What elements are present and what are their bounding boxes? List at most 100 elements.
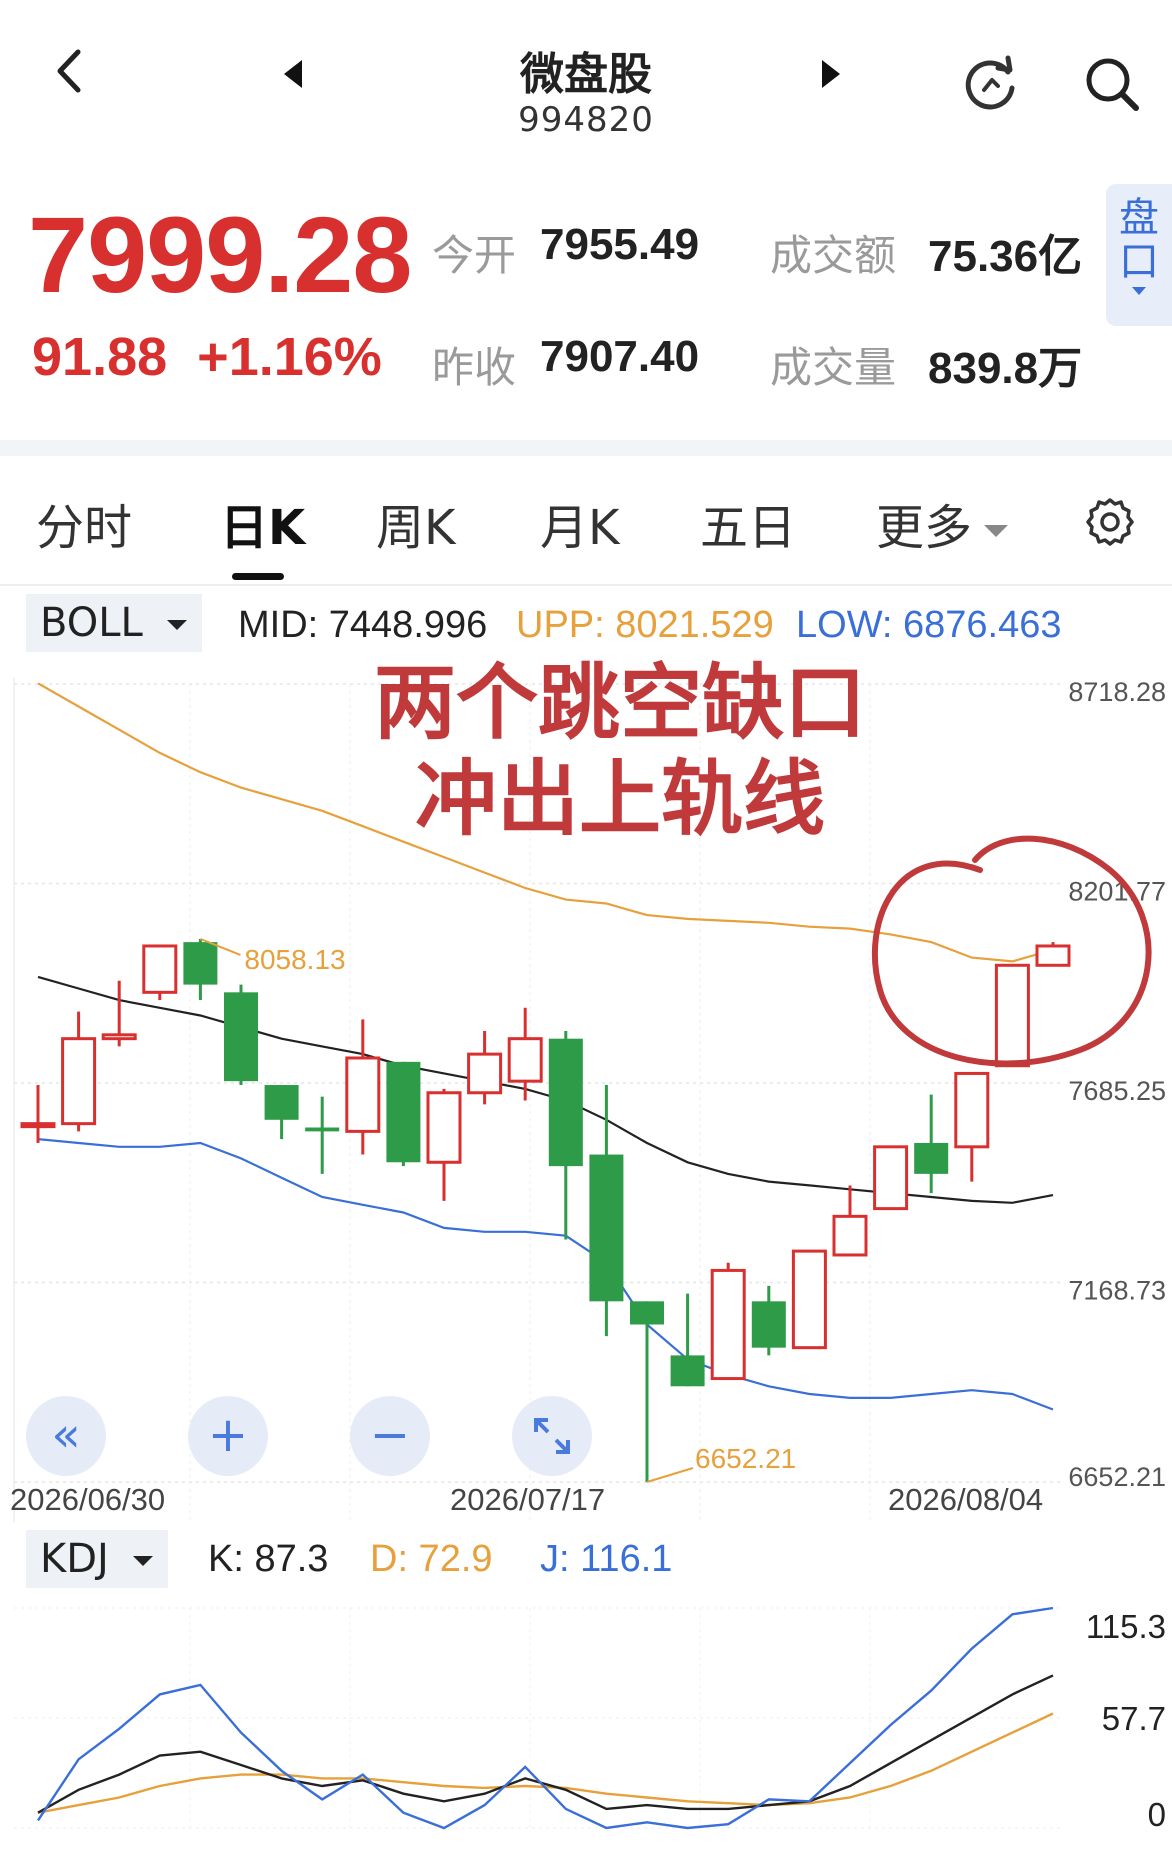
open-label: 今开 bbox=[432, 231, 517, 280]
volume-label: 成交量 bbox=[770, 343, 897, 392]
candle-body-up bbox=[873, 1145, 909, 1211]
tabs-divider bbox=[0, 584, 1172, 586]
kdj-axis-label: 115.3 bbox=[1086, 1608, 1166, 1645]
indicator-select-kdj[interactable]: KDJ bbox=[26, 1530, 168, 1588]
candle-body-up bbox=[20, 1122, 56, 1129]
y-tick-label: 8718.28 bbox=[1068, 677, 1166, 707]
high-marker-label: 8058.13 bbox=[244, 944, 345, 975]
open-value: 7955.49 bbox=[540, 220, 700, 269]
double-chevron-left-icon: « bbox=[51, 1407, 81, 1463]
kdj-axis-label: 57.7 bbox=[1102, 1700, 1166, 1737]
plus-icon: + bbox=[207, 1407, 249, 1463]
date-label-start: 2026/06/30 bbox=[10, 1482, 166, 1517]
candle-body-up bbox=[954, 1071, 990, 1149]
boll-low: LOW: 6876.463 bbox=[796, 604, 1062, 647]
candle-body-up bbox=[507, 1037, 543, 1083]
candle-body-down bbox=[751, 1301, 786, 1348]
search-button[interactable] bbox=[1082, 54, 1142, 118]
tab-more[interactable]: 更多 bbox=[876, 488, 1009, 558]
candle-body-down bbox=[630, 1301, 664, 1325]
gear-icon bbox=[1086, 498, 1134, 546]
candle-body-up bbox=[832, 1214, 868, 1257]
tab-intraday[interactable]: 分时 bbox=[36, 488, 132, 558]
boll-low-value: 6876.463 bbox=[903, 604, 1062, 646]
kdj-chart[interactable]: 115.3 57.7 0 bbox=[0, 1592, 1172, 1852]
annotation-line-1: 两个跳空缺口 bbox=[373, 656, 866, 751]
boll-low-label: LOW: bbox=[796, 604, 893, 646]
caret-down-icon bbox=[166, 620, 187, 630]
date-label-mid: 2026/07/17 bbox=[450, 1482, 606, 1517]
candle-body-down bbox=[264, 1085, 299, 1120]
candle-body-up bbox=[467, 1052, 503, 1095]
indicator-select-boll[interactable]: BOLL bbox=[26, 594, 202, 652]
refresh-icon bbox=[965, 55, 1015, 110]
kdj-j-value: J: 116.1 bbox=[540, 1538, 673, 1580]
candle-body-up bbox=[710, 1268, 746, 1381]
low-marker-line bbox=[646, 1467, 694, 1483]
boll-mid: MID: 7448.996 bbox=[238, 604, 487, 647]
y-tick-label: 6652.21 bbox=[1068, 1462, 1166, 1492]
search-icon bbox=[1086, 58, 1139, 111]
y-tick-label: 8201.77 bbox=[1068, 876, 1166, 906]
caret-down-icon bbox=[984, 525, 1009, 537]
boll-mid-value: 7448.996 bbox=[328, 604, 488, 646]
last-price: 7999.28 bbox=[28, 194, 412, 315]
active-tab-indicator bbox=[232, 573, 284, 580]
price-change: 91.88 +1.16% bbox=[32, 326, 382, 388]
date-label-end: 2026/08/04 bbox=[888, 1482, 1044, 1517]
candle-body-up bbox=[61, 1037, 97, 1126]
candle-body-down bbox=[589, 1154, 624, 1302]
candle-body-down bbox=[670, 1355, 705, 1387]
prev-close-label: 昨收 bbox=[432, 343, 517, 392]
caret-down-icon bbox=[132, 1556, 153, 1566]
scroll-back-button[interactable]: « bbox=[26, 1396, 106, 1476]
change-percent: +1.16% bbox=[197, 327, 382, 387]
change-value: 91.88 bbox=[32, 327, 168, 387]
tab-five-day[interactable]: 五日 bbox=[700, 488, 796, 558]
minus-icon: − bbox=[369, 1407, 411, 1463]
y-tick-label: 7168.73 bbox=[1068, 1275, 1166, 1305]
expand-icon bbox=[534, 1418, 570, 1454]
y-tick-label: 7685.25 bbox=[1068, 1076, 1166, 1106]
prev-close-value: 7907.40 bbox=[540, 332, 700, 381]
pankou-label: 盘口 bbox=[1119, 195, 1159, 285]
boll-upp: UPP: 8021.529 bbox=[516, 604, 774, 647]
amount-label: 成交额 bbox=[770, 231, 897, 280]
candle-body-up bbox=[791, 1249, 827, 1350]
candle-body-up bbox=[101, 1033, 137, 1041]
candle-body-down bbox=[224, 992, 258, 1082]
boll-label: BOLL bbox=[40, 600, 143, 646]
kdj-label: KDJ bbox=[40, 1536, 109, 1582]
pankou-tab[interactable]: 盘口 bbox=[1106, 184, 1172, 326]
candle-body-down bbox=[914, 1142, 949, 1174]
zoom-out-button[interactable]: − bbox=[350, 1396, 430, 1476]
kdj-axis-label: 0 bbox=[1148, 1796, 1166, 1833]
candle-body-down bbox=[183, 942, 218, 985]
caret-right-icon bbox=[822, 60, 840, 88]
tab-daily-k[interactable]: 日K bbox=[220, 488, 305, 558]
tab-monthly-k[interactable]: 月K bbox=[540, 488, 619, 558]
candle-body-up bbox=[345, 1056, 381, 1133]
boll-mid-label: MID: bbox=[238, 604, 319, 646]
zoom-in-button[interactable]: + bbox=[188, 1396, 268, 1476]
chart-settings-button[interactable] bbox=[1084, 496, 1136, 552]
refresh-button[interactable] bbox=[962, 54, 1022, 118]
caret-down-icon bbox=[1132, 287, 1146, 295]
tab-weekly-k[interactable]: 周K bbox=[376, 488, 455, 558]
section-divider bbox=[0, 440, 1172, 456]
candle-body-up bbox=[1035, 944, 1071, 967]
annotation-text: 两个跳空缺口 冲出上轨线 bbox=[280, 656, 960, 848]
annotation-line-2: 冲出上轨线 bbox=[414, 752, 825, 847]
boll-upp-value: 8021.529 bbox=[615, 604, 774, 646]
candle-body-down bbox=[548, 1038, 583, 1167]
candle-body-up bbox=[994, 963, 1030, 1068]
low-marker-label: 6652.21 bbox=[695, 1443, 796, 1474]
boll-upp-label: UPP: bbox=[516, 604, 605, 646]
next-stock-button[interactable] bbox=[818, 58, 844, 94]
kdj-k-value: K: 87.3 bbox=[208, 1538, 329, 1580]
candle-body-up bbox=[426, 1091, 462, 1164]
fullscreen-button[interactable] bbox=[512, 1396, 592, 1476]
volume-value: 839.8万 bbox=[928, 344, 1083, 393]
candle-body-down bbox=[305, 1127, 340, 1132]
kdj-d-value: D: 72.9 bbox=[370, 1538, 493, 1580]
